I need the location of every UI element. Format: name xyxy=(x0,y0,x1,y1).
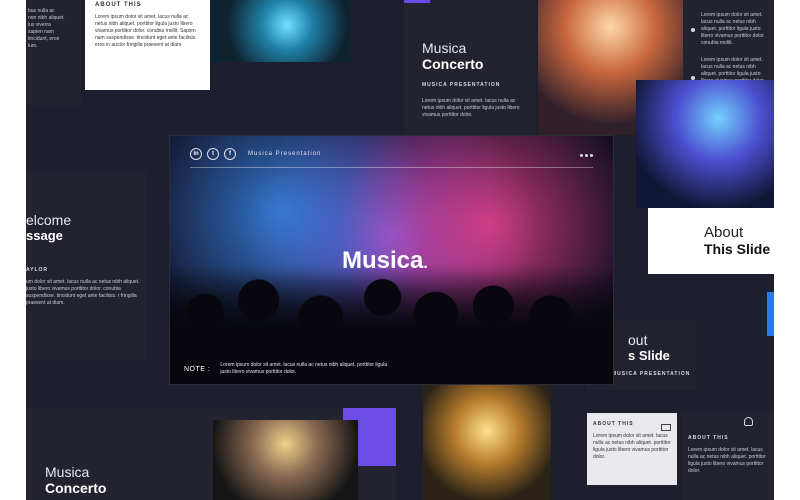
slide-title-bold: Concerto xyxy=(422,56,484,72)
slide-title-bold: s Slide xyxy=(628,348,670,363)
slide-title: About xyxy=(704,224,744,241)
slide-text: bus nulla ac xyxy=(28,8,55,14)
about-label: ABOUT THIS xyxy=(95,2,142,8)
slide-subtitle: MUSICA PRESENTATION xyxy=(422,82,501,88)
dot xyxy=(585,154,588,157)
slide-concerto-bottom: Musica Concerto xyxy=(26,408,396,500)
slide-about-right: About This Slide xyxy=(648,208,774,274)
note-label: NOTE : xyxy=(184,365,211,373)
about-label: ABOUT THIS xyxy=(688,435,729,441)
social-icons: in t f xyxy=(190,148,236,160)
bullet-text: Lorem ipsum dolor sit amet. lacus nulla … xyxy=(701,12,765,46)
photo-crowd-bottom xyxy=(423,385,551,500)
slide-welcome: elcome ssage AYLOR um dolor sit amet. la… xyxy=(26,172,146,360)
slide-body: Lorem ipsum dolor sit amet. lacus nulla … xyxy=(422,98,520,118)
note-text: Lorem ipsum dolor sit amet. lacus nulla … xyxy=(220,362,388,375)
slide-text: sapien nam xyxy=(28,29,54,35)
slide-title-bold: ssage xyxy=(26,228,63,243)
facebook-icon[interactable]: f xyxy=(224,148,236,160)
photo-concert-right xyxy=(636,80,774,208)
slide-top-left: bus nulla ac non nibh aliquet. lus viver… xyxy=(26,0,81,105)
hero-top-label: Musica Presentation xyxy=(248,151,322,157)
about-card-top: ABOUT THIS Lorem ipsum dolor sit amet. l… xyxy=(85,0,210,90)
hero-slide: in t f Musica Presentation Musica. NOTE … xyxy=(169,135,614,385)
slide-title: elcome xyxy=(26,212,72,228)
twitter-icon[interactable]: t xyxy=(207,148,219,160)
user-icon xyxy=(744,417,753,426)
slide-collage: bus nulla ac non nibh aliquet. lus viver… xyxy=(26,0,774,500)
photo-stage-bottom xyxy=(213,420,358,500)
slide-title: out xyxy=(628,332,648,348)
hero-title-text: Musica xyxy=(342,247,424,274)
slide-text: tincidunt, eros xyxy=(28,36,60,42)
slide-title: Musica xyxy=(422,40,467,56)
bullet-dot xyxy=(691,28,695,32)
about-body: Lorem ipsum dolor sit amet. lacus nulla … xyxy=(688,447,766,474)
slide-text: non nibh aliquet. xyxy=(28,15,65,21)
slide-text: lum. xyxy=(28,43,38,49)
accent-tab xyxy=(767,292,774,336)
about-body: Lorem ipsum dolor sit amet. lacus nulla … xyxy=(95,14,197,48)
menu-dots-icon[interactable] xyxy=(580,154,593,157)
slide-text: lus viverra xyxy=(28,22,51,28)
bullet-text: Lorem ipsum dolor sit amet. lacus nulla … xyxy=(701,57,765,80)
about-card-bottom: ABOUT THIS Lorem ipsum dolor sit amet. l… xyxy=(587,413,677,485)
divider-line xyxy=(190,167,593,168)
envelope-icon xyxy=(661,424,671,431)
slide-concerto-top: Musica Concerto MUSICA PRESENTATION Lore… xyxy=(404,0,536,135)
hero-title: Musica. xyxy=(342,247,428,275)
dot xyxy=(590,154,593,157)
slide-body: um dolor sit amet. lacus nulla ac netus … xyxy=(26,279,140,306)
accent-bar xyxy=(404,0,430,3)
slide-right-bullets: Lorem ipsum dolor sit amet. lacus nulla … xyxy=(683,0,774,80)
hero-title-dot: . xyxy=(423,255,428,272)
dot xyxy=(580,154,583,157)
slide-name: AYLOR xyxy=(26,267,49,273)
about-label: ABOUT THIS xyxy=(593,421,634,427)
linkedin-icon[interactable]: in xyxy=(190,148,202,160)
about-body: Lorem ipsum dolor sit amet. lacus nulla … xyxy=(593,433,671,460)
photo-slide-top xyxy=(210,0,350,62)
slide-subtitle: MUSICA PRESENTATION xyxy=(612,371,691,377)
about-card-bottom-right: ABOUT THIS Lorem ipsum dolor sit amet. l… xyxy=(682,413,774,500)
slide-title-bold: This Slide xyxy=(704,241,771,257)
